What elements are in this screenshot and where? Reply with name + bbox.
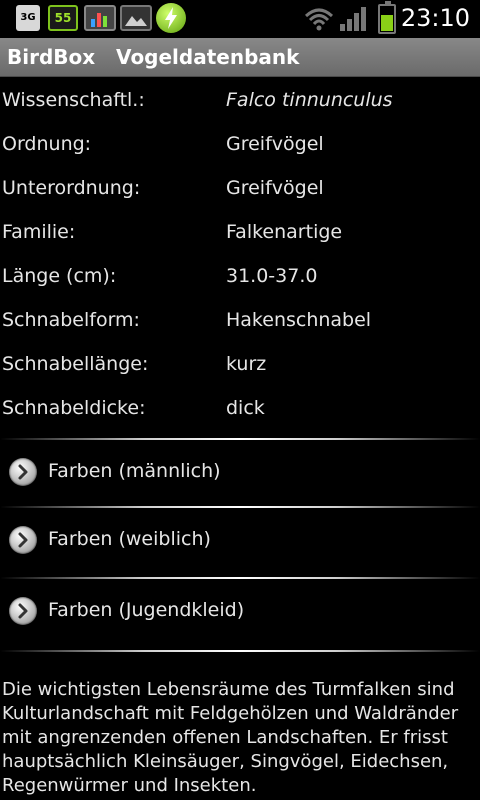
details-list: Wissenschaftl.: Falco tinnunculus Ordnun… <box>0 81 480 433</box>
chevron-right-icon <box>9 597 37 625</box>
detail-value: Greifvögel <box>226 177 324 199</box>
3g-icon: 3G <box>16 5 40 31</box>
detail-label: Ordnung: <box>2 133 92 155</box>
detail-value: kurz <box>226 353 267 375</box>
detail-row-beak-shape: Schnabelform: Hakenschnabel <box>0 301 480 345</box>
expander-label: Farben (männlich) <box>48 460 221 482</box>
detail-value: Greifvögel <box>226 133 324 155</box>
chevron-right-icon <box>9 526 37 554</box>
expander-colors-female[interactable]: Farben (weiblich) <box>0 516 480 566</box>
wifi-icon <box>304 8 334 31</box>
divider <box>0 577 480 579</box>
signal-icon <box>340 7 366 31</box>
detail-label: Wissenschaftl.: <box>2 89 145 111</box>
clock: 23:10 <box>400 4 470 32</box>
detail-row-beak-length: Schnabellänge: kurz <box>0 345 480 389</box>
detail-value: 31.0-37.0 <box>226 265 318 287</box>
detail-label: Familie: <box>2 221 76 243</box>
detail-label: Unterordnung: <box>2 177 141 199</box>
detail-row-suborder: Unterordnung: Greifvögel <box>0 169 480 213</box>
detail-label: Schnabelform: <box>2 309 140 331</box>
title-bar: BirdBox Vogeldatenbank <box>0 38 480 77</box>
divider <box>0 438 480 440</box>
gallery-icon <box>120 5 152 31</box>
expander-label: Farben (Jugendkleid) <box>48 599 245 621</box>
bolt-icon <box>156 3 186 33</box>
detail-row-length: Länge (cm): 31.0-37.0 <box>0 257 480 301</box>
detail-value: dick <box>226 397 265 419</box>
detail-row-scientific: Wissenschaftl.: Falco tinnunculus <box>0 81 480 125</box>
detail-label: Schnabellänge: <box>2 353 149 375</box>
detail-label: Schnabeldicke: <box>2 397 146 419</box>
divider <box>0 506 480 508</box>
detail-value: Falco tinnunculus <box>226 89 393 111</box>
battery-percent-icon: 55 <box>48 5 78 31</box>
detail-value: Hakenschnabel <box>226 309 372 331</box>
detail-row-beak-thickness: Schnabeldicke: dick <box>0 389 480 433</box>
expander-label: Farben (weiblich) <box>48 528 211 550</box>
status-bar: 3G 55 23:10 <box>0 0 480 38</box>
expander-colors-juvenile[interactable]: Farben (Jugendkleid) <box>0 587 480 637</box>
divider <box>0 650 480 652</box>
description-text: Die wichtigsten Lebensräume des Turmfalk… <box>2 679 459 796</box>
chevron-right-icon <box>9 458 37 486</box>
detail-label: Länge (cm): <box>2 265 117 287</box>
chart-icon <box>84 5 116 31</box>
expander-colors-male[interactable]: Farben (männlich) <box>0 448 480 498</box>
detail-value: Falkenartige <box>226 221 343 243</box>
app-title: BirdBox Vogeldatenbank <box>7 45 300 69</box>
battery-icon <box>378 1 396 34</box>
detail-row-family: Familie: Falkenartige <box>0 213 480 257</box>
detail-row-order: Ordnung: Greifvögel <box>0 125 480 169</box>
